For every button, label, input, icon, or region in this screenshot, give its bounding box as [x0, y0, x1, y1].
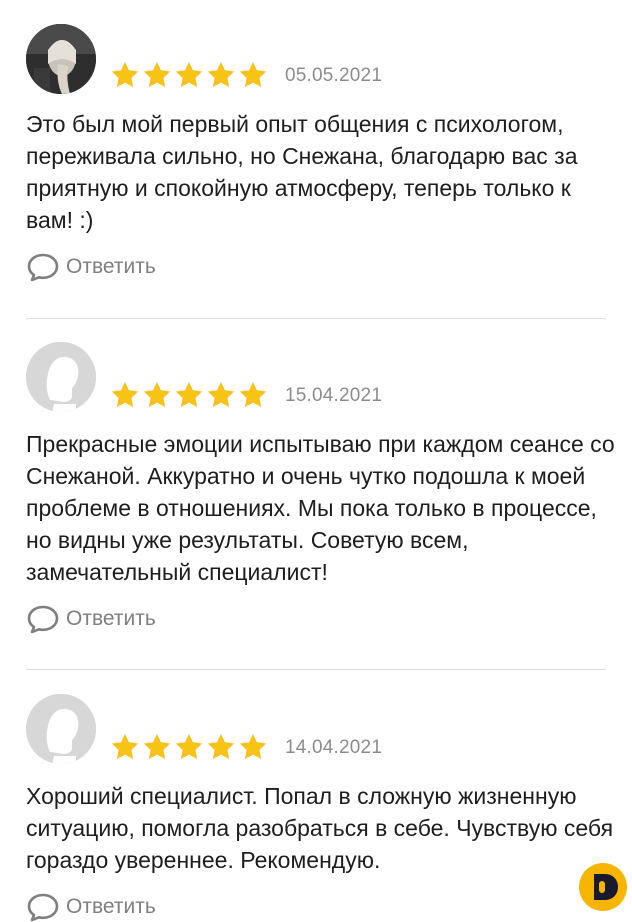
- default-avatar-icon: [26, 694, 96, 764]
- review-text: Хороший специалист. Попал в сложную жизн…: [26, 783, 614, 873]
- review-date: 15.04.2021: [285, 385, 383, 406]
- review-date: 05.05.2021: [285, 65, 383, 86]
- divider: [26, 318, 606, 319]
- star-icon: [143, 381, 171, 407]
- reply-button[interactable]: Ответить: [26, 252, 156, 282]
- default-avatar-icon: [26, 342, 96, 412]
- avatar[interactable]: [26, 694, 96, 764]
- star-icon: [175, 733, 203, 759]
- reply-label: Ответить: [66, 895, 156, 918]
- reply-label: Ответить: [66, 255, 156, 278]
- review-text: Это был мой первый опыт общения с психол…: [26, 111, 578, 233]
- star-icon: [143, 733, 171, 759]
- star-icon: [111, 733, 139, 759]
- user-photo-icon: [26, 24, 96, 94]
- star-icon: [207, 381, 235, 407]
- star-icon: [207, 61, 235, 87]
- star-icon: [207, 733, 235, 759]
- speech-bubble-icon: [27, 253, 59, 282]
- review-date: 14.04.2021: [285, 737, 383, 758]
- reply-button[interactable]: Ответить: [26, 892, 156, 922]
- brand-logo-icon: [579, 863, 627, 911]
- star-icon: [111, 381, 139, 407]
- star-icon: [239, 381, 267, 407]
- avatar[interactable]: [26, 24, 96, 94]
- star-icon: [239, 61, 267, 87]
- star-icon: [111, 61, 139, 87]
- speech-bubble-icon: [27, 893, 59, 922]
- reply-label: Ответить: [66, 607, 156, 630]
- star-icon: [175, 61, 203, 87]
- avatar[interactable]: [26, 342, 96, 412]
- rating-stars: [110, 732, 268, 762]
- review-text: Прекрасные эмоции испытываю при каждом с…: [26, 431, 615, 585]
- rating-stars: [110, 380, 268, 410]
- star-icon: [239, 733, 267, 759]
- rating-stars: [110, 60, 268, 90]
- star-icon: [175, 381, 203, 407]
- star-icon: [143, 61, 171, 87]
- reply-button[interactable]: Ответить: [26, 604, 156, 634]
- speech-bubble-icon: [27, 605, 59, 634]
- divider: [26, 669, 606, 670]
